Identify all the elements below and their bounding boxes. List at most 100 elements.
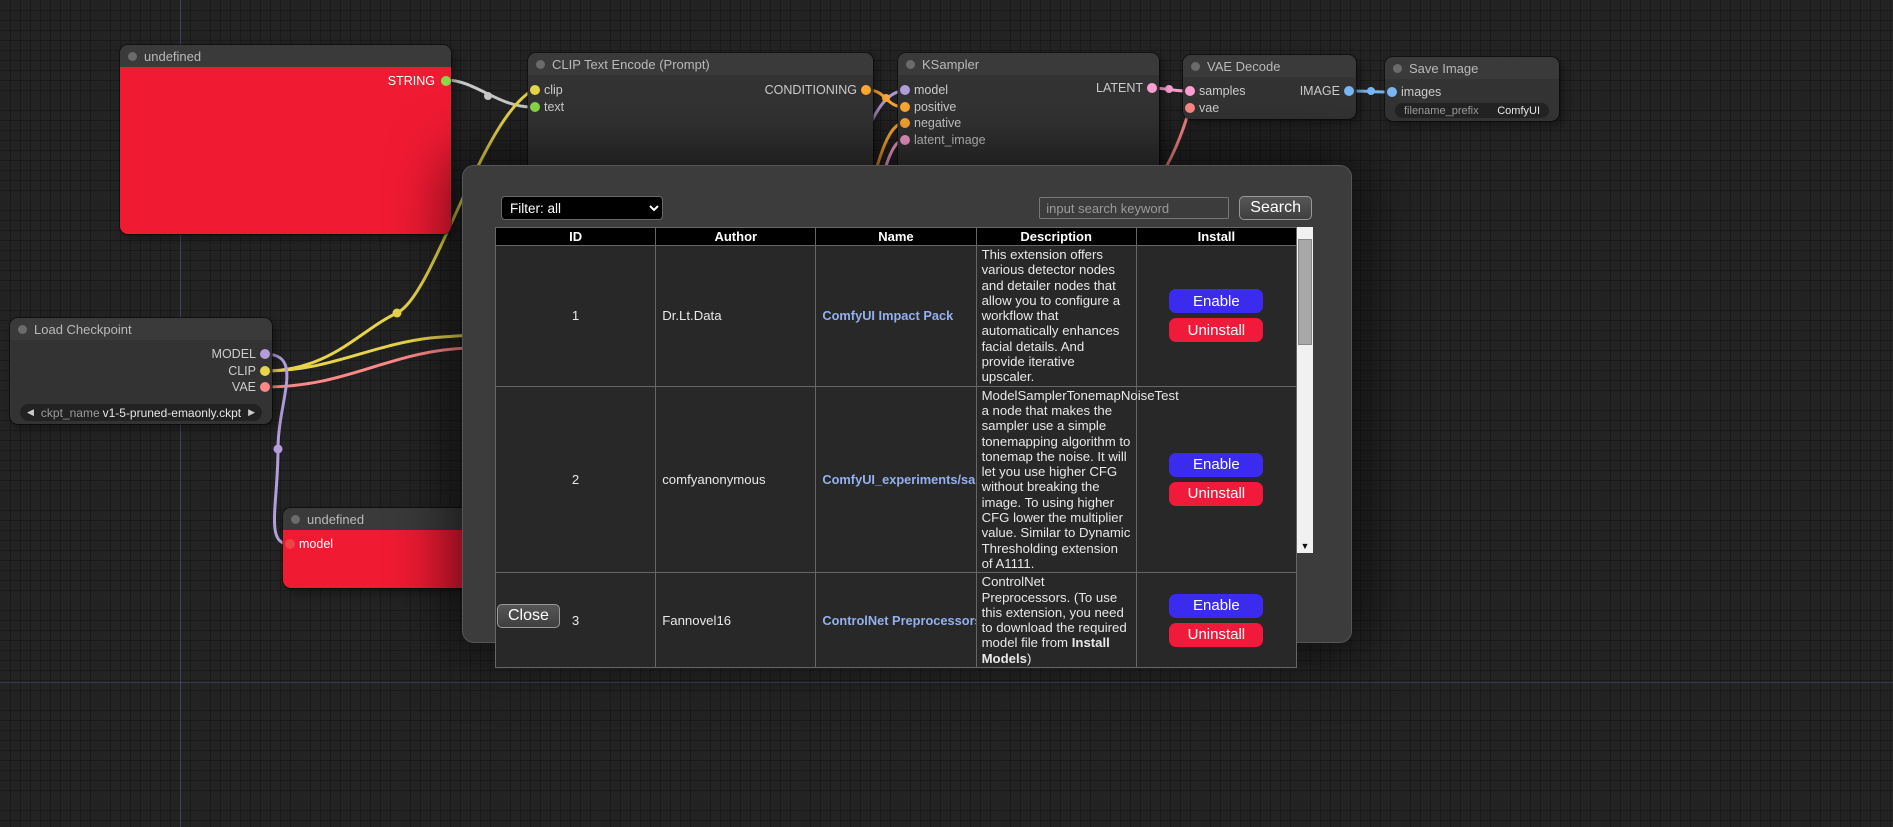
widget-value: ComfyUI (1497, 105, 1540, 117)
model-input-dot[interactable] (285, 539, 295, 549)
extension-link[interactable]: ComfyUI Impact Pack (822, 308, 953, 323)
table-row: 1Dr.Lt.Data ComfyUI Impact Pack This exten… (496, 246, 1297, 387)
node-undefined-bottom[interactable]: undefined model (283, 508, 475, 588)
uninstall-button[interactable]: Uninstall (1169, 318, 1263, 342)
input-port-text: text (528, 100, 873, 114)
wire-image-to-save (1354, 91, 1389, 92)
search-input[interactable] (1039, 197, 1229, 219)
cell-id: 2 (496, 386, 656, 573)
node-header[interactable]: Load Checkpoint (10, 318, 272, 340)
close-button[interactable]: Close (497, 604, 560, 628)
positive-input-dot[interactable] (900, 102, 910, 112)
scrollbar[interactable]: ▼ (1297, 227, 1313, 553)
collapse-dot-icon[interactable] (1191, 62, 1200, 71)
cell-description: ControlNet Preprocessors. (To use this e… (976, 573, 1136, 668)
filter-select[interactable]: Filter: all (501, 196, 663, 220)
next-arrow-icon[interactable]: ▶ (248, 404, 255, 421)
port-label: negative (914, 116, 961, 130)
collapse-dot-icon[interactable] (291, 515, 300, 524)
node-ksampler[interactable]: KSampler model positive negative latent_… (898, 53, 1159, 183)
cell-author: Dr.Lt.Data (656, 246, 816, 387)
enable-button[interactable]: Enable (1169, 594, 1263, 618)
description-text: ) (1027, 651, 1031, 666)
node-title: Load Checkpoint (34, 322, 132, 337)
scrollbar-down-arrow-icon[interactable]: ▼ (1297, 540, 1313, 552)
node-header[interactable]: KSampler (898, 53, 1159, 75)
text-input-dot[interactable] (530, 102, 540, 112)
description-text: This extension offers various detector n… (982, 247, 1121, 384)
column-header: ID (496, 228, 656, 246)
port-label: LATENT (1096, 81, 1143, 95)
wire-dot-latent (1165, 85, 1173, 93)
prev-arrow-icon[interactable]: ◀ (27, 404, 34, 421)
cell-install: Enable Uninstall (1136, 246, 1296, 387)
uninstall-button[interactable]: Uninstall (1169, 623, 1263, 647)
cell-install: Enable Uninstall (1136, 573, 1296, 668)
images-input-dot[interactable] (1387, 87, 1397, 97)
node-title: VAE Decode (1207, 59, 1280, 74)
latent-output-dot[interactable] (1147, 83, 1157, 93)
port-label: MODEL (212, 347, 256, 361)
canvas-axis-horizontal (0, 682, 1893, 683)
node-header[interactable]: VAE Decode (1183, 55, 1356, 77)
scrollbar-thumb[interactable] (1298, 239, 1312, 345)
wire-dot-clip (393, 309, 402, 318)
table-row: 2comfyanonymousComfyUI_experiments/sampl… (496, 386, 1297, 573)
ckpt-name-widget[interactable]: ◀ ckpt_name v1-5-pruned-emaonly.ckpt ▶ (20, 404, 262, 421)
image-output-dot[interactable] (1344, 86, 1354, 96)
latent-image-input-dot[interactable] (900, 135, 910, 145)
node-header[interactable]: undefined (120, 45, 451, 67)
column-header: Install (1136, 228, 1296, 246)
vae-input-dot[interactable] (1185, 103, 1195, 113)
node-title: Save Image (1409, 61, 1478, 76)
filename-prefix-widget[interactable]: filename_prefix ComfyUI (1395, 103, 1549, 118)
cell-description: ModelSamplerTonemapNoiseTest a node that… (976, 386, 1136, 573)
extension-link[interactable]: ControlNet Preprocessors (822, 613, 976, 628)
port-label: images (1401, 85, 1441, 99)
collapse-dot-icon[interactable] (1393, 64, 1402, 73)
node-header[interactable]: CLIP Text Encode (Prompt) (528, 53, 873, 75)
node-load-checkpoint[interactable]: Load Checkpoint MODEL CLIP VAE ◀ ckpt_na… (10, 318, 272, 424)
uninstall-button[interactable]: Uninstall (1169, 482, 1263, 506)
clip-output-dot[interactable] (260, 366, 270, 376)
node-undefined-top[interactable]: undefined STRING (120, 45, 451, 234)
search-button[interactable]: Search (1239, 196, 1312, 220)
output-port-clip: CLIP (10, 364, 272, 378)
output-port-conditioning: CONDITIONING (528, 83, 873, 97)
node-vae-decode[interactable]: VAE Decode samples vae IMAGE (1183, 55, 1356, 119)
wire-string-to-text (446, 80, 532, 107)
extension-manager-dialog: Filter: all Search IDAuthorNameDescripti… (462, 165, 1352, 643)
vae-output-dot[interactable] (260, 382, 270, 392)
node-title: KSampler (922, 57, 979, 72)
port-label: VAE (232, 380, 256, 394)
wire-dot-conditioning (882, 94, 890, 102)
node-title: undefined (144, 49, 201, 64)
cell-author: Fannovel16 (656, 573, 816, 668)
extension-table-scroll-area: IDAuthorNameDescriptionInstall 1Dr.Lt.Da… (495, 227, 1313, 553)
widget-label: filename_prefix (1404, 105, 1479, 117)
port-label: model (299, 537, 333, 551)
extension-link[interactable]: ComfyUI_experiments/sampler_tonemap (822, 472, 976, 487)
output-port-latent: LATENT (898, 81, 1159, 95)
collapse-dot-icon[interactable] (128, 52, 137, 61)
extension-table-body: 1Dr.Lt.Data ComfyUI Impact Pack This exten… (496, 246, 1297, 668)
collapse-dot-icon[interactable] (536, 60, 545, 69)
port-label: STRING (388, 74, 435, 88)
conditioning-output-dot[interactable] (861, 85, 871, 95)
collapse-dot-icon[interactable] (18, 325, 27, 334)
enable-button[interactable]: Enable (1169, 289, 1263, 313)
port-label: CLIP (228, 364, 256, 378)
node-save-image[interactable]: Save Image images filename_prefix ComfyU… (1385, 57, 1559, 121)
column-header: Author (656, 228, 816, 246)
model-output-dot[interactable] (260, 349, 270, 359)
node-header[interactable]: undefined (283, 508, 475, 530)
extension-table: IDAuthorNameDescriptionInstall 1Dr.Lt.Da… (495, 227, 1297, 668)
negative-input-dot[interactable] (900, 118, 910, 128)
wire-dot-string (484, 92, 492, 100)
string-output-dot[interactable] (441, 76, 451, 86)
enable-button[interactable]: Enable (1169, 453, 1263, 477)
wire-dot-image (1367, 87, 1375, 95)
node-header[interactable]: Save Image (1385, 57, 1559, 79)
cell-id: 1 (496, 246, 656, 387)
collapse-dot-icon[interactable] (906, 60, 915, 69)
